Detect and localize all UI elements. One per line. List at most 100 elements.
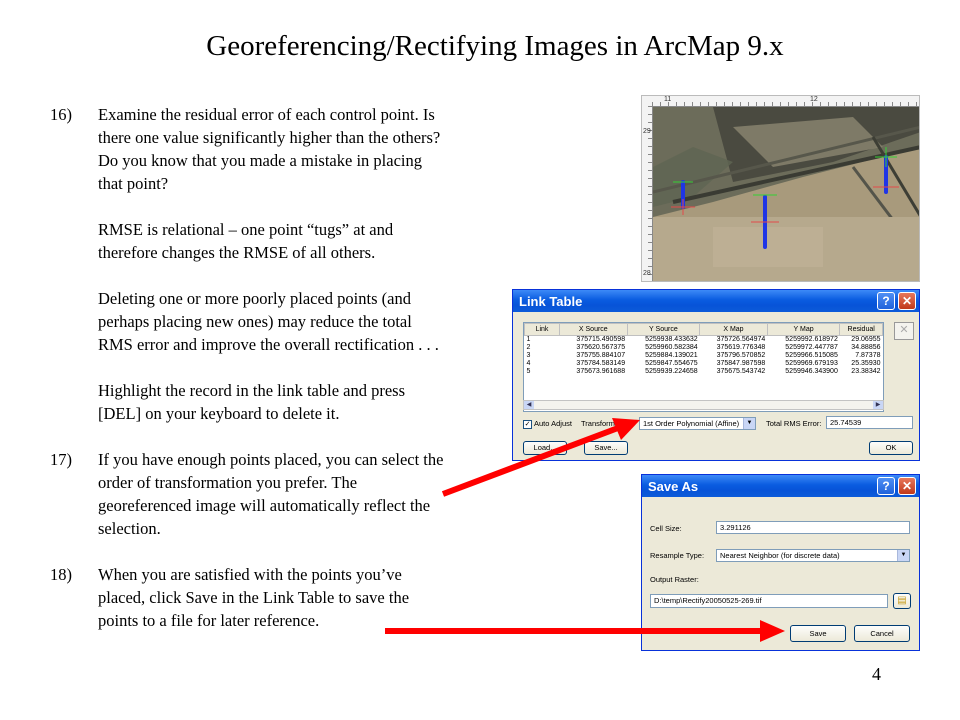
table-cell: 375726.564974	[716, 336, 766, 343]
table-cell: 5259960.582384	[645, 344, 698, 351]
column-header[interactable]: Y Map	[766, 323, 841, 336]
close-icon[interactable]: ✕	[898, 477, 916, 495]
step-17: 17) If you have enough points placed, yo…	[50, 448, 450, 540]
output-raster-field[interactable]: D:\temp\Rectify20050525-269.tif	[650, 594, 888, 608]
chevron-down-icon[interactable]: ▼	[743, 418, 755, 429]
step-18: 18) When you are satisfied with the poin…	[50, 563, 450, 632]
table-cell: 29.06955	[851, 336, 881, 343]
table-cell: 5259847.554675	[645, 360, 698, 367]
table-row[interactable]: 2 375620.567375 5259960.582384 375619.77634…	[525, 344, 883, 352]
horizontal-ruler	[652, 96, 919, 107]
close-icon[interactable]: ✕	[898, 292, 916, 310]
table-cell: 375796.570852	[716, 352, 766, 359]
resample-type-value: Nearest Neighbor (for discrete data)	[720, 551, 840, 560]
save-as-titlebar[interactable]: Save As ? ✕	[642, 475, 919, 497]
total-rms-label: Total RMS Error:	[766, 419, 822, 428]
column-header[interactable]: Link	[524, 323, 560, 336]
table-cell: 375673.961688	[576, 368, 626, 375]
aerial-image: 11 12 29 28	[641, 95, 920, 282]
table-row[interactable]: 3 375755.884107 5259884.139021 375796.57085…	[525, 352, 883, 360]
table-cell: 5259884.139021	[645, 352, 698, 359]
scroll-right-icon[interactable]: ▶	[873, 401, 883, 409]
table-cell: 25.35930	[851, 360, 881, 367]
column-header[interactable]: Residual	[839, 323, 883, 336]
page-title: Georeferencing/Rectifying Images in ArcM…	[206, 30, 784, 62]
table-cell: 3	[526, 352, 531, 359]
column-header[interactable]: X Source	[559, 323, 628, 336]
table-cell: 1	[526, 336, 531, 343]
table-cell: 5	[526, 368, 531, 375]
dialog-title: Link Table	[519, 293, 583, 309]
save-link-button[interactable]: Save...	[584, 441, 628, 455]
save-as-dialog: Save As ? ✕ Cell Size: 3.291126 Resample…	[641, 474, 920, 651]
column-header[interactable]: Y Source	[626, 323, 701, 336]
chevron-down-icon[interactable]: ▼	[897, 550, 909, 561]
step-number: 17)	[50, 450, 72, 469]
transformation-select[interactable]: 1st Order Polynomial (Affine) ▼	[639, 417, 756, 430]
table-cell: 5259992.618972	[785, 336, 838, 343]
table-cell: 23.38342	[851, 368, 881, 375]
table-cell: 5259969.679193	[785, 360, 838, 367]
table-cell: 34.88856	[851, 344, 881, 351]
table-cell: 4	[526, 360, 531, 367]
table-row[interactable]: 4 375784.583149 5259847.554675 375847.98759…	[525, 360, 883, 368]
step-text: When you are satisfied with the points y…	[98, 565, 410, 630]
horizontal-scrollbar[interactable]: ◀ ▶	[523, 400, 884, 410]
step-16: 16) Examine the residual error of each c…	[50, 103, 450, 425]
table-row[interactable]: 1 375715.490598 5259938.433632 375726.56497…	[525, 336, 883, 345]
resample-type-label: Resample Type:	[650, 551, 705, 560]
folder-icon[interactable]: ▤	[893, 593, 911, 609]
table-cell: 5259966.515085	[785, 352, 838, 359]
step-number: 18)	[50, 565, 72, 584]
ruler-label: 29	[643, 128, 651, 135]
step-text: Highlight the record in the link table a…	[98, 381, 406, 423]
ruler-label: 28	[643, 270, 651, 277]
step-number: 16)	[50, 105, 72, 124]
cancel-button[interactable]: Cancel	[854, 625, 910, 642]
save-button[interactable]: Save	[790, 625, 846, 642]
table-row[interactable]: 5 375673.961688 5259939.224658 375675.54374…	[525, 368, 883, 376]
table-cell: 5259939.224658	[645, 368, 698, 375]
step-text: RMSE is relational – one point “tugs” at…	[98, 220, 394, 262]
table-cell: 5259938.433632	[645, 336, 698, 343]
transformation-value: 1st Order Polynomial (Affine)	[643, 419, 740, 428]
table-cell: 375619.776348	[716, 344, 766, 351]
cell-size-label: Cell Size:	[650, 524, 682, 533]
table-cell: 375847.987598	[716, 360, 766, 367]
ruler-label: 11	[664, 96, 672, 103]
aerial-photo	[653, 107, 919, 281]
step-text: Examine the residual error of each contr…	[98, 105, 441, 193]
help-icon[interactable]: ?	[877, 292, 895, 310]
resample-type-select[interactable]: Nearest Neighbor (for discrete data) ▼	[716, 549, 910, 562]
load-button[interactable]: Load...	[523, 441, 567, 455]
table-cell: 2	[526, 344, 531, 351]
output-raster-label: Output Raster:	[650, 575, 699, 584]
table-cell: 375620.567375	[576, 344, 626, 351]
step-text: Deleting one or more poorly placed point…	[98, 289, 439, 354]
instruction-list: 16) Examine the residual error of each c…	[50, 103, 450, 655]
table-cell: 375784.583149	[576, 360, 626, 367]
table-cell: 375755.884107	[576, 352, 626, 359]
auto-adjust-checkbox[interactable]: ✓	[523, 420, 532, 429]
transformation-label: Transformation:	[581, 419, 634, 428]
table-cell: 375715.490598	[576, 336, 626, 343]
column-header[interactable]: X Map	[699, 323, 768, 336]
dialog-title: Save As	[648, 478, 699, 494]
ruler-label: 12	[810, 96, 818, 103]
table-cell: 7.87378	[855, 352, 881, 359]
link-table-titlebar[interactable]: Link Table ? ✕	[513, 290, 919, 312]
auto-adjust-label: Auto Adjust	[534, 419, 572, 428]
link-table-dialog: Link Table ? ✕ Link X Source Y Source X …	[512, 289, 920, 461]
table-cell: 5259946.343900	[785, 368, 838, 375]
delete-link-button[interactable]: ✕	[894, 322, 914, 340]
step-text: If you have enough points placed, you ca…	[98, 450, 444, 538]
help-icon[interactable]: ?	[877, 477, 895, 495]
link-table-grid[interactable]: Link X Source Y Source X Map Y Map Resid…	[523, 322, 884, 412]
page-number: 4	[872, 664, 881, 684]
table-cell: 5259972.447787	[785, 344, 838, 351]
table-cell: 375675.543742	[716, 368, 766, 375]
total-rms-field: 25.74539	[826, 416, 913, 429]
scroll-left-icon[interactable]: ◀	[524, 401, 534, 409]
cell-size-field[interactable]: 3.291126	[716, 521, 910, 534]
ok-button[interactable]: OK	[869, 441, 913, 455]
